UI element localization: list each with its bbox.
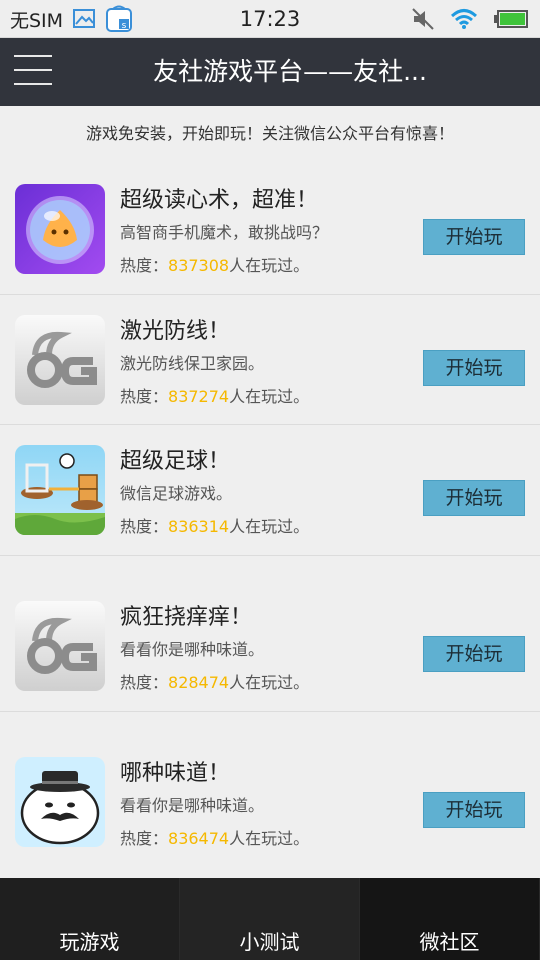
9g-logo-icon[interactable] <box>15 315 105 405</box>
game-title: 超级读心术，超准！ <box>120 188 319 213</box>
start-play-button[interactable]: 开始玩 <box>423 219 525 255</box>
menu-icon-line <box>14 69 52 71</box>
app-header: 友社游戏平台——友社... <box>0 38 540 106</box>
heat-suffix: 人在玩过。 <box>229 256 310 275</box>
game-title: 超级足球！ <box>120 449 231 474</box>
heat-count: 837308 <box>168 256 230 275</box>
heat-count: 837274 <box>168 387 230 406</box>
9g-logo-icon[interactable] <box>15 601 105 691</box>
game-title: 激光防线！ <box>120 319 231 344</box>
start-play-button[interactable]: 开始玩 <box>423 350 525 386</box>
battery-icon <box>494 10 528 28</box>
game-heat: 热度：828474人在玩过。 <box>120 669 309 693</box>
game-description: 高智商手机魔术，敢挑战吗？ <box>120 223 329 242</box>
tab-quiz[interactable]: 小测试 <box>180 878 360 960</box>
heat-suffix: 人在玩过。 <box>229 517 310 536</box>
status-bar: 无SIM s 17:23 <box>0 0 540 38</box>
menu-button[interactable] <box>14 55 52 89</box>
game-list: 超级读心术，超准！ 高智商手机魔术，敢挑战吗？ 热度：837308人在玩过。 开… <box>0 164 540 868</box>
heat-suffix: 人在玩过。 <box>229 387 310 406</box>
menu-icon-line <box>14 83 52 85</box>
mute-icon <box>412 8 434 30</box>
crystal-ball-icon[interactable] <box>15 184 105 274</box>
game-title: 哪种味道！ <box>120 761 231 786</box>
wifi-icon <box>450 9 478 29</box>
game-item: 激光防线！ 激光防线保卫家园。 热度：837274人在玩过。 开始玩 <box>0 295 540 425</box>
heat-count: 836474 <box>168 829 230 848</box>
heat-prefix: 热度： <box>120 387 169 406</box>
heat-prefix: 热度： <box>120 517 169 536</box>
start-play-button[interactable]: 开始玩 <box>423 792 525 828</box>
game-description: 看看你是哪种味道。 <box>120 796 265 815</box>
tab-play-games[interactable]: 玩游戏 <box>0 878 180 960</box>
game-item: 疯狂挠痒痒！ 看看你是哪种味道。 热度：828474人在玩过。 开始玩 <box>0 556 540 712</box>
page-title: 友社游戏平台——友社... <box>153 57 427 86</box>
heat-prefix: 热度： <box>120 829 169 848</box>
heat-prefix: 热度： <box>120 673 169 692</box>
tab-community[interactable]: 微社区 <box>360 878 540 960</box>
game-description: 激光防线保卫家园。 <box>120 354 265 373</box>
start-play-button[interactable]: 开始玩 <box>423 480 525 516</box>
soccer-game-icon[interactable] <box>15 445 105 535</box>
bottom-nav: 玩游戏 小测试 微社区 <box>0 878 540 960</box>
mustache-face-icon[interactable] <box>15 757 105 847</box>
game-description: 微信足球游戏。 <box>120 484 233 503</box>
game-title: 疯狂挠痒痒！ <box>120 605 253 630</box>
heat-prefix: 热度： <box>120 256 169 275</box>
game-heat: 热度：837308人在玩过。 <box>120 252 309 276</box>
game-heat: 热度：836314人在玩过。 <box>120 513 309 537</box>
heat-count: 836314 <box>168 517 230 536</box>
start-play-button[interactable]: 开始玩 <box>423 636 525 672</box>
game-heat: 热度：837274人在玩过。 <box>120 383 309 407</box>
menu-icon <box>14 55 52 57</box>
game-heat: 热度：836474人在玩过。 <box>120 825 309 849</box>
heat-count: 828474 <box>168 673 230 692</box>
game-item: 超级读心术，超准！ 高智商手机魔术，敢挑战吗？ 热度：837308人在玩过。 开… <box>0 164 540 295</box>
game-item: 超级足球！ 微信足球游戏。 热度：836314人在玩过。 开始玩 <box>0 425 540 556</box>
heat-suffix: 人在玩过。 <box>229 829 310 848</box>
game-item: 哪种味道！ 看看你是哪种味道。 热度：836474人在玩过。 开始玩 <box>0 712 540 868</box>
heat-suffix: 人在玩过。 <box>229 673 310 692</box>
promo-notice: 游戏免安装，开始即玩！关注微信公众平台有惊喜！ <box>85 124 454 143</box>
game-description: 看看你是哪种味道。 <box>120 640 265 659</box>
